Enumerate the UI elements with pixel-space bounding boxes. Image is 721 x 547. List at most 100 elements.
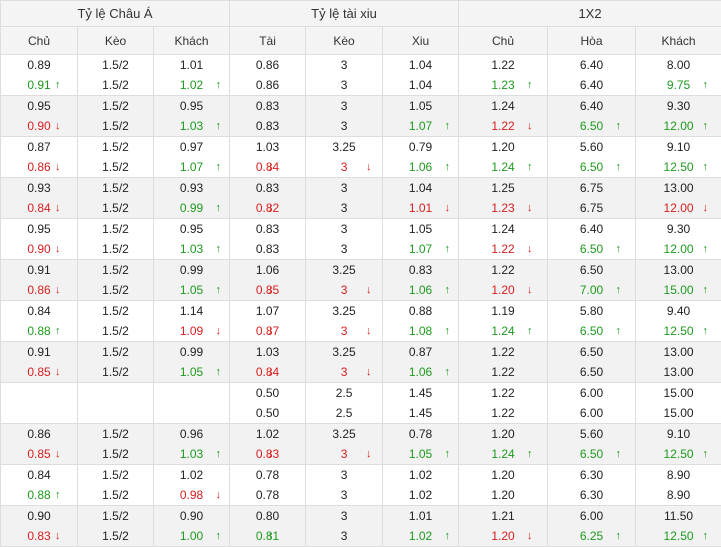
odds-value: 3: [341, 222, 348, 236]
opening-odds: 9.10: [636, 424, 721, 444]
current-odds: 3: [306, 75, 382, 95]
opening-odds: 1.22: [459, 260, 547, 280]
current-odds: 1.24↑: [459, 321, 547, 341]
arrow-up-icon: ↑: [216, 75, 222, 95]
opening-odds: 0.78: [230, 465, 305, 485]
current-odds: 0.88↑: [1, 485, 77, 505]
current-odds: 1.45: [383, 403, 458, 423]
odds-value: 1.22: [491, 242, 514, 256]
arrow-up-icon: ↑: [216, 157, 222, 177]
opening-odds: 0.87: [1, 137, 77, 157]
arrow-up-icon: ↑: [445, 526, 451, 546]
odds-value: 1.5/2: [102, 119, 129, 133]
odds-value: 1.5/2: [102, 488, 129, 502]
arrow-down-icon: ↓: [55, 444, 61, 464]
opening-odds: 1.5/2: [78, 465, 153, 485]
opening-odds: 15.00: [636, 383, 721, 403]
arrow-up-icon: ↑: [216, 362, 222, 382]
odds-value: 0.89: [27, 58, 50, 72]
opening-odds: 6.40: [548, 55, 635, 75]
opening-odds: 6.75: [548, 178, 635, 198]
odds-value: 0.90: [27, 509, 50, 523]
arrow-up-icon: ↑: [703, 239, 709, 259]
opening-odds: 1.04: [383, 55, 458, 75]
current-odds: 0.85↓: [1, 362, 77, 382]
odds-cell: 5.606.50↑: [548, 424, 636, 465]
opening-odds: [78, 383, 153, 403]
current-odds: 1.05↑: [154, 280, 229, 300]
odds-cell: 0.950.90↓: [1, 219, 78, 260]
current-odds: 1.03↑: [154, 444, 229, 464]
odds-cell: 11.5012.50↑: [636, 506, 721, 547]
odds-cell: 5.806.50↑: [548, 301, 636, 342]
arrow-down-icon: ↓: [55, 116, 61, 136]
opening-odds: 0.86: [1, 424, 77, 444]
odds-value: 3.25: [332, 345, 355, 359]
current-odds: 12.00↓: [636, 198, 721, 218]
odds-value: 0.83: [27, 529, 50, 543]
odds-value: 1.08: [409, 324, 432, 338]
current-odds: 1.23↓: [459, 198, 547, 218]
opening-odds: 8.90: [636, 465, 721, 485]
odds-value: 1.19: [491, 304, 514, 318]
current-odds: 15.00: [636, 403, 721, 423]
odds-value: 1.5/2: [102, 283, 129, 297]
current-odds: 0.84↓: [230, 157, 305, 177]
odds-value: 3: [341, 160, 348, 174]
group-header-asian-handicap: Tỷ lệ Châu Á: [1, 1, 230, 27]
odds-cell: 1.5/21.5/2: [78, 260, 154, 301]
current-odds: 0.90↓: [1, 239, 77, 259]
table-row: 0.910.85↓1.5/21.5/20.991.05↑1.030.84↓3.2…: [1, 342, 721, 383]
odds-cell: 0.860.86: [230, 55, 306, 96]
odds-value: 0.91: [27, 263, 50, 277]
arrow-down-icon: ↓: [55, 239, 61, 259]
column-header-1x2-home: Chủ: [459, 27, 548, 55]
current-odds: 1.02 ↑: [383, 526, 458, 546]
odds-value: 1.5/2: [102, 509, 129, 523]
odds-cell: 2.52.5: [306, 383, 383, 424]
odds-cell: 0.910.85↓: [1, 342, 78, 383]
current-odds: 0.84↓: [230, 362, 305, 382]
odds-value: 6.50: [580, 119, 603, 133]
odds-value: 13.00: [664, 181, 694, 195]
odds-value: 1.06: [409, 283, 432, 297]
arrow-up-icon: ↑: [55, 485, 61, 505]
odds-cell: 0.901.00↑: [154, 506, 230, 547]
odds-cell: 0.910.86↓: [1, 260, 78, 301]
current-odds: 1.22: [459, 403, 547, 423]
odds-value: 1.05: [180, 283, 203, 297]
opening-odds: 3.25: [306, 137, 382, 157]
odds-value: 0.84: [27, 304, 50, 318]
arrow-up-icon: ↑: [445, 362, 451, 382]
odds-value: 1.07: [409, 242, 432, 256]
odds-value: 1.06: [256, 263, 279, 277]
current-odds: 1.06↑: [383, 157, 458, 177]
opening-odds: 0.84: [1, 301, 77, 321]
opening-odds: 1.24: [459, 96, 547, 116]
opening-odds: 5.80: [548, 301, 635, 321]
odds-value: 1.5/2: [102, 78, 129, 92]
current-odds: 3: [306, 116, 382, 136]
odds-cell: 6.306.30: [548, 465, 636, 506]
current-odds: 0.90↓: [1, 116, 77, 136]
odds-cell: 1.020.98↓: [154, 465, 230, 506]
arrow-down-icon: ↓: [55, 280, 61, 300]
opening-odds: 1.02: [383, 465, 458, 485]
current-odds: 6.50↑: [548, 444, 635, 464]
odds-value: 1.20: [491, 529, 514, 543]
odds-value: 1.22: [491, 365, 514, 379]
odds-value: 0.84: [27, 468, 50, 482]
odds-value: 8.90: [667, 488, 690, 502]
odds-value: 3: [341, 119, 348, 133]
odds-value: 0.99: [180, 201, 203, 215]
arrow-up-icon: ↑: [703, 444, 709, 464]
odds-value: 1.02: [409, 529, 432, 543]
odds-value: 1.22: [491, 406, 514, 420]
odds-cell: 13.00 12.00↓: [636, 178, 721, 219]
current-odds: 1.5/2: [78, 444, 153, 464]
odds-value: 1.06: [409, 365, 432, 379]
odds-value: 1.5/2: [102, 222, 129, 236]
odds-value: 1.03: [256, 140, 279, 154]
odds-value: 1.22: [491, 119, 514, 133]
opening-odds: 0.93: [1, 178, 77, 198]
